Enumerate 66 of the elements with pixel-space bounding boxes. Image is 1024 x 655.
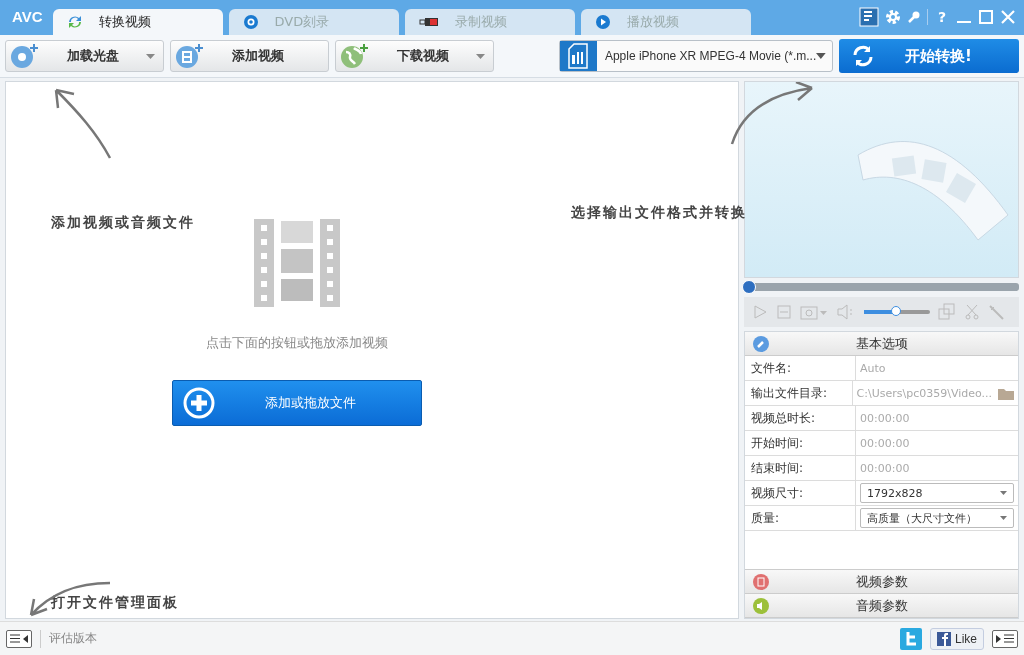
player-panel-toggle[interactable] xyxy=(992,629,1018,648)
option-label: 质量: xyxy=(745,506,856,530)
key-icon[interactable] xyxy=(906,10,921,24)
like-button[interactable]: Like xyxy=(930,627,984,650)
option-label: 文件名: xyxy=(745,356,856,380)
option-value: 00:00:00 xyxy=(860,436,911,450)
caret-icon xyxy=(146,53,155,59)
caret-icon xyxy=(1000,516,1007,520)
disc-add-icon xyxy=(10,43,40,69)
scissors-icon[interactable] xyxy=(964,304,980,320)
list-icon xyxy=(10,634,20,643)
section-header[interactable]: 视频参数 xyxy=(745,570,1018,594)
hint-text: 添加视频或音频文件 xyxy=(51,214,195,232)
camera-icon xyxy=(418,16,439,28)
film-add-icon xyxy=(175,43,205,69)
plus-circle-icon xyxy=(183,387,215,419)
file-panel-toggle[interactable] xyxy=(6,629,32,648)
twitter-icon[interactable] xyxy=(900,627,922,650)
refresh-icon xyxy=(66,14,83,30)
hint-text: 选择输出文件格式并转换 xyxy=(571,204,747,222)
option-value: Auto xyxy=(860,361,887,375)
option-label: 视频尺寸: xyxy=(745,481,856,505)
device-icon xyxy=(567,43,590,69)
start-convert-button[interactable]: 开始转换! xyxy=(839,39,1019,73)
list-icon xyxy=(1004,634,1014,643)
play-icon[interactable] xyxy=(752,304,768,320)
add-files-button[interactable]: 添加或拖放文件 xyxy=(172,380,422,426)
globe-add-icon xyxy=(340,43,370,69)
toolbar-button[interactable]: 下载视频 xyxy=(335,40,494,72)
caret-icon xyxy=(816,53,826,59)
facebook-icon xyxy=(937,631,951,646)
caret-icon xyxy=(1000,491,1007,495)
wand-icon[interactable] xyxy=(988,304,1004,320)
disc-icon xyxy=(242,14,259,30)
toolbar-button[interactable]: 添加视频 xyxy=(170,40,329,72)
option-label: 开始时间: xyxy=(745,431,856,455)
format-dropdown[interactable]: Apple iPhone XR MPEG-4 Movie (*.m... xyxy=(559,40,833,72)
section-header[interactable]: 音频参数 xyxy=(745,594,1018,618)
app-logo: AVC xyxy=(11,8,44,27)
option-value: 00:00:00 xyxy=(860,461,911,475)
settings-icon[interactable] xyxy=(884,9,901,25)
edition-text: 评估版本 xyxy=(49,630,97,647)
triangle-left-icon xyxy=(23,634,28,643)
option-dropdown[interactable]: 1792x828 xyxy=(860,483,1014,503)
basic-options-header[interactable]: 基本选项 xyxy=(745,332,1018,356)
option-dropdown[interactable]: 高质量（大尺寸文件） xyxy=(860,508,1014,528)
copy-icon[interactable] xyxy=(938,303,956,321)
refresh-icon xyxy=(851,44,875,68)
maximize-icon[interactable] xyxy=(978,9,994,25)
option-label: 视频总时长: xyxy=(745,406,856,430)
film-strip-icon xyxy=(254,219,340,307)
caret-icon xyxy=(476,53,485,59)
tab[interactable]: 转换视频 xyxy=(52,9,223,35)
toolbar-button[interactable]: 加载光盘 xyxy=(5,40,164,72)
camera-icon[interactable] xyxy=(800,304,828,320)
option-value: C:\Users\pc0359\Video... xyxy=(856,386,992,400)
triangle-right-icon xyxy=(996,634,1001,643)
instruction-text: 点击下面的按钮或拖放添加视频 xyxy=(206,334,388,352)
option-label: 结束时间: xyxy=(745,456,856,480)
folder-icon[interactable] xyxy=(998,386,1014,400)
play-icon xyxy=(594,14,611,30)
option-label: 输出文件目录: xyxy=(745,381,853,405)
speaker-icon xyxy=(753,597,769,614)
seek-slider[interactable] xyxy=(744,283,1019,291)
close-icon[interactable] xyxy=(1000,9,1016,25)
option-value: 00:00:00 xyxy=(860,411,911,425)
